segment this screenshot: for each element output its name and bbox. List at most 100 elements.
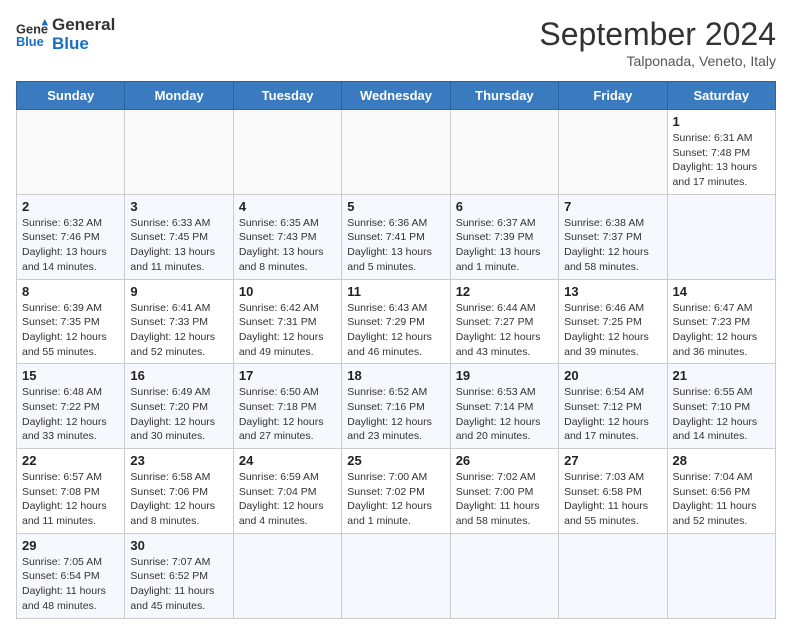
calendar-cell [342,110,450,195]
calendar-cell: 2 Sunrise: 6:32 AMSunset: 7:46 PMDaylight… [17,194,125,279]
col-friday: Friday [559,82,667,110]
day-info: Sunrise: 7:05 AMSunset: 6:54 PMDaylight:… [22,555,119,614]
day-info: Sunrise: 7:02 AMSunset: 7:00 PMDaylight:… [456,470,553,529]
day-info: Sunrise: 6:47 AMSunset: 7:23 PMDaylight:… [673,301,770,360]
day-number: 18 [347,368,444,383]
calendar-cell [17,110,125,195]
day-number: 13 [564,284,661,299]
day-number: 23 [130,453,227,468]
day-number: 12 [456,284,553,299]
day-info: Sunrise: 6:50 AMSunset: 7:18 PMDaylight:… [239,385,336,444]
calendar-cell [559,110,667,195]
day-number: 26 [456,453,553,468]
calendar-cell: 24 Sunrise: 6:59 AMSunset: 7:04 PMDayligh… [233,449,341,534]
day-info: Sunrise: 6:36 AMSunset: 7:41 PMDaylight:… [347,216,444,275]
day-info: Sunrise: 6:31 AMSunset: 7:48 PMDaylight:… [673,131,770,190]
day-number: 20 [564,368,661,383]
day-info: Sunrise: 6:55 AMSunset: 7:10 PMDaylight:… [673,385,770,444]
calendar-cell [667,533,775,618]
calendar-cell: 30 Sunrise: 7:07 AMSunset: 6:52 PMDayligh… [125,533,233,618]
svg-text:Blue: Blue [16,34,44,49]
day-info: Sunrise: 6:43 AMSunset: 7:29 PMDaylight:… [347,301,444,360]
day-number: 25 [347,453,444,468]
day-number: 3 [130,199,227,214]
day-number: 15 [22,368,119,383]
calendar-cell: 3 Sunrise: 6:33 AMSunset: 7:45 PMDaylight… [125,194,233,279]
calendar-cell [125,110,233,195]
col-sunday: Sunday [17,82,125,110]
day-number: 6 [456,199,553,214]
day-info: Sunrise: 6:59 AMSunset: 7:04 PMDaylight:… [239,470,336,529]
day-number: 10 [239,284,336,299]
day-number: 16 [130,368,227,383]
day-info: Sunrise: 6:37 AMSunset: 7:39 PMDaylight:… [456,216,553,275]
day-info: Sunrise: 7:00 AMSunset: 7:02 PMDaylight:… [347,470,444,529]
calendar-cell: 14 Sunrise: 6:47 AMSunset: 7:23 PMDayligh… [667,279,775,364]
calendar-cell [667,194,775,279]
calendar-cell: 16 Sunrise: 6:49 AMSunset: 7:20 PMDayligh… [125,364,233,449]
col-wednesday: Wednesday [342,82,450,110]
calendar-cell [233,110,341,195]
header-row: Sunday Monday Tuesday Wednesday Thursday… [17,82,776,110]
calendar-cell: 10 Sunrise: 6:42 AMSunset: 7:31 PMDayligh… [233,279,341,364]
day-info: Sunrise: 7:03 AMSunset: 6:58 PMDaylight:… [564,470,661,529]
calendar-cell: 22 Sunrise: 6:57 AMSunset: 7:08 PMDayligh… [17,449,125,534]
day-info: Sunrise: 6:49 AMSunset: 7:20 PMDaylight:… [130,385,227,444]
day-number: 11 [347,284,444,299]
day-number: 8 [22,284,119,299]
day-number: 27 [564,453,661,468]
day-info: Sunrise: 6:38 AMSunset: 7:37 PMDaylight:… [564,216,661,275]
col-tuesday: Tuesday [233,82,341,110]
calendar-cell: 23 Sunrise: 6:58 AMSunset: 7:06 PMDayligh… [125,449,233,534]
day-info: Sunrise: 6:32 AMSunset: 7:46 PMDaylight:… [22,216,119,275]
day-number: 21 [673,368,770,383]
logo-icon: General Blue [16,19,48,51]
page-header: General Blue General Blue September 2024… [16,16,776,69]
day-info: Sunrise: 7:04 AMSunset: 6:56 PMDaylight:… [673,470,770,529]
col-thursday: Thursday [450,82,558,110]
day-info: Sunrise: 6:54 AMSunset: 7:12 PMDaylight:… [564,385,661,444]
col-monday: Monday [125,82,233,110]
day-info: Sunrise: 6:44 AMSunset: 7:27 PMDaylight:… [456,301,553,360]
calendar-cell: 8 Sunrise: 6:39 AMSunset: 7:35 PMDaylight… [17,279,125,364]
calendar-cell: 5Sunrise: 6:36 AMSunset: 7:41 PMDaylight… [342,194,450,279]
day-number: 28 [673,453,770,468]
calendar-cell [342,533,450,618]
day-info: Sunrise: 6:58 AMSunset: 7:06 PMDaylight:… [130,470,227,529]
col-saturday: Saturday [667,82,775,110]
calendar-cell: 28 Sunrise: 7:04 AMSunset: 6:56 PMDayligh… [667,449,775,534]
day-number: 30 [130,538,227,553]
day-number: 22 [22,453,119,468]
day-info: Sunrise: 6:39 AMSunset: 7:35 PMDaylight:… [22,301,119,360]
calendar-cell: 27 Sunrise: 7:03 AMSunset: 6:58 PMDayligh… [559,449,667,534]
day-info: Sunrise: 7:07 AMSunset: 6:52 PMDaylight:… [130,555,227,614]
calendar-cell: 25 Sunrise: 7:00 AMSunset: 7:02 PMDayligh… [342,449,450,534]
calendar-cell: 17Sunrise: 6:50 AMSunset: 7:18 PMDayligh… [233,364,341,449]
logo-line1: General [52,16,115,35]
day-number: 24 [239,453,336,468]
day-info: Sunrise: 6:57 AMSunset: 7:08 PMDaylight:… [22,470,119,529]
calendar-cell: 1Sunrise: 6:31 AMSunset: 7:48 PMDaylight… [667,110,775,195]
calendar-cell: 29Sunrise: 7:05 AMSunset: 6:54 PMDayligh… [17,533,125,618]
day-number: 7 [564,199,661,214]
day-info: Sunrise: 6:35 AMSunset: 7:43 PMDaylight:… [239,216,336,275]
day-info: Sunrise: 6:42 AMSunset: 7:31 PMDaylight:… [239,301,336,360]
calendar-cell: 26 Sunrise: 7:02 AMSunset: 7:00 PMDayligh… [450,449,558,534]
day-info: Sunrise: 6:53 AMSunset: 7:14 PMDaylight:… [456,385,553,444]
calendar-cell [559,533,667,618]
calendar-cell [233,533,341,618]
day-info: Sunrise: 6:52 AMSunset: 7:16 PMDaylight:… [347,385,444,444]
calendar-cell [450,110,558,195]
day-info: Sunrise: 6:48 AMSunset: 7:22 PMDaylight:… [22,385,119,444]
calendar-cell: 11 Sunrise: 6:43 AMSunset: 7:29 PMDayligh… [342,279,450,364]
logo: General Blue General Blue [16,16,115,53]
calendar-cell: 6 Sunrise: 6:37 AMSunset: 7:39 PMDaylight… [450,194,558,279]
day-number: 2 [22,199,119,214]
location-subtitle: Talponada, Veneto, Italy [539,53,776,69]
title-block: September 2024 Talponada, Veneto, Italy [539,16,776,69]
day-info: Sunrise: 6:41 AMSunset: 7:33 PMDaylight:… [130,301,227,360]
calendar-cell: 15 Sunrise: 6:48 AMSunset: 7:22 PMDayligh… [17,364,125,449]
calendar-cell: 4Sunrise: 6:35 AMSunset: 7:43 PMDaylight… [233,194,341,279]
day-number: 14 [673,284,770,299]
day-info: Sunrise: 6:33 AMSunset: 7:45 PMDaylight:… [130,216,227,275]
